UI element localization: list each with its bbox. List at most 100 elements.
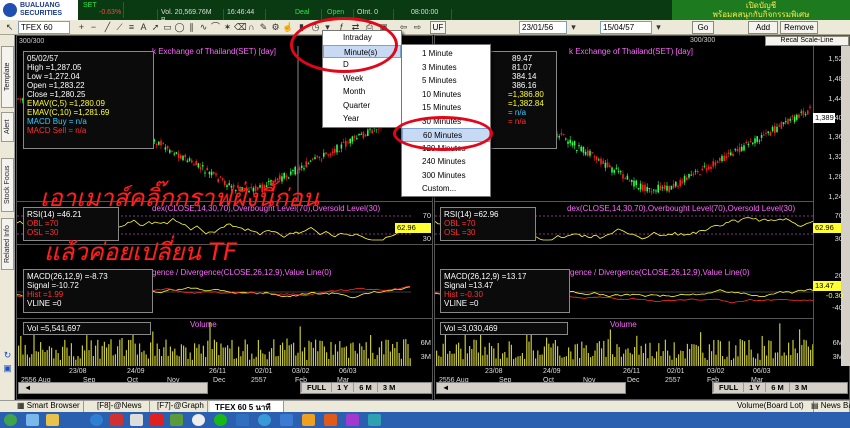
menu-item-240-minutes[interactable]: 240 Minutes — [402, 155, 490, 169]
recalc-scale-button[interactable]: Recal Scale-Line — [765, 36, 849, 46]
candle-body — [754, 138, 756, 144]
tab-graph[interactable]: [F7]-@Graph — [152, 401, 208, 412]
candle-body — [666, 185, 668, 191]
candle-body — [331, 151, 334, 153]
volume-bar — [275, 356, 277, 366]
menu-item-year[interactable]: Year — [323, 112, 401, 126]
menu-item-5-minutes[interactable]: 5 Minutes — [402, 74, 490, 88]
range-full-button[interactable]: FULL — [301, 383, 332, 392]
volume-bar — [728, 341, 730, 366]
volume-bar — [673, 342, 675, 366]
media-icon[interactable] — [110, 414, 123, 426]
go-button[interactable]: Go — [692, 21, 714, 34]
range-6m-button[interactable]: 6 M — [765, 383, 789, 392]
app-purple-icon[interactable] — [346, 414, 359, 426]
pointer-icon[interactable]: ☝ — [282, 22, 293, 33]
tab-tfex-60[interactable]: TFEX 60 5 นาที — [210, 401, 284, 412]
tab-smart-browser[interactable]: ▦ Smart Browser — [12, 401, 84, 412]
menu-item-month[interactable]: Month — [323, 85, 401, 99]
volume-bar — [777, 352, 779, 366]
trend-tool-icon[interactable]: ⟋ — [114, 22, 125, 33]
blank-app-icon[interactable] — [130, 414, 143, 426]
arrow-tool-icon[interactable]: ➚ — [150, 22, 161, 33]
ellipse-icon[interactable]: ◯ — [174, 22, 185, 33]
forward-arrow-icon[interactable]: ⇨ — [412, 22, 423, 33]
range-full-button[interactable]: FULL — [713, 383, 744, 392]
range-6m-button[interactable]: 6 M — [353, 383, 377, 392]
tab-template[interactable]: Template — [1, 46, 14, 108]
text-tool-icon[interactable]: A — [138, 22, 149, 33]
menu-item-15-minutes[interactable]: 15 Minutes — [402, 101, 490, 115]
volume-bar — [678, 354, 680, 366]
volume-bar — [513, 359, 515, 366]
range-1y-button[interactable]: 1 Y — [743, 383, 766, 392]
right-vertical-scrollbar[interactable] — [841, 46, 850, 366]
magnet-icon[interactable]: ∩ — [246, 22, 257, 33]
news-bar-tab[interactable]: ▤ News Bar — [806, 401, 850, 412]
volume-bar — [196, 347, 198, 366]
range-3m-button[interactable]: 3 M — [376, 383, 401, 392]
menu-item-10-minutes[interactable]: 10 Minutes — [402, 88, 490, 102]
menu-item-300-minutes[interactable]: 300 Minutes — [402, 169, 490, 183]
settings-icon[interactable]: ⚙ — [270, 22, 281, 33]
wave-icon[interactable]: ∿ — [198, 22, 209, 33]
remove-button[interactable]: Remove — [780, 21, 818, 34]
chrome-icon[interactable] — [150, 414, 163, 426]
symbol-input[interactable]: TFEX 60 — [18, 21, 70, 34]
zoom-out-icon[interactable]: − — [88, 22, 99, 33]
calendar-from-icon[interactable]: ▾ — [568, 22, 579, 33]
menu-item-1-minute[interactable]: 1 Minute — [402, 47, 490, 61]
menu-item-quarter[interactable]: Quarter — [323, 99, 401, 113]
browser-taskbar-icon[interactable] — [90, 414, 103, 426]
pencil-icon[interactable]: ✎ — [258, 22, 269, 33]
tab-stock-focus[interactable]: Stock Focus — [1, 158, 14, 212]
date-to-input[interactable]: 15/04/57 — [600, 21, 652, 34]
folder-icon[interactable] — [46, 414, 59, 426]
tab-related-info[interactable]: Related Info — [1, 218, 14, 270]
cycle-icon[interactable]: ⌒ — [210, 22, 221, 33]
line-app-icon[interactable] — [214, 414, 227, 426]
network-icon[interactable] — [280, 414, 293, 426]
menu-item-custom[interactable]: Custom... — [402, 182, 490, 196]
clock-app-icon[interactable] — [192, 414, 205, 426]
word-icon[interactable] — [236, 414, 249, 426]
ie-icon[interactable] — [258, 414, 271, 426]
zoom-in-icon[interactable]: + — [76, 22, 87, 33]
rectangle-icon[interactable]: ▭ — [162, 22, 173, 33]
candle-body — [690, 174, 692, 176]
uf-button[interactable]: UF — [430, 21, 446, 34]
candle-body — [186, 160, 189, 163]
volume-board-lot-label[interactable]: Volume(Board Lot) — [732, 401, 814, 412]
powerpoint-icon[interactable] — [324, 414, 337, 426]
range-1y-button[interactable]: 1 Y — [331, 383, 354, 392]
volume-bar — [378, 347, 380, 366]
tab-alert[interactable]: Alert — [1, 112, 14, 142]
menu-item-week[interactable]: Week — [323, 72, 401, 86]
explorer-icon[interactable] — [302, 414, 315, 426]
volume-bar — [125, 350, 127, 366]
excel-icon[interactable] — [170, 414, 183, 426]
refresh-icon[interactable]: ↻ — [2, 350, 13, 361]
date-from-input[interactable]: 23/01/56 — [519, 21, 567, 34]
calendar-to-icon[interactable]: ▾ — [653, 22, 664, 33]
add-button[interactable]: Add — [748, 21, 778, 34]
taskbar-app-icon[interactable] — [26, 414, 39, 426]
tab-news[interactable]: [F8]-@News — [92, 401, 150, 412]
app-teal-icon[interactable] — [368, 414, 381, 426]
eraser-icon[interactable]: ⌫ — [234, 22, 247, 33]
range-3m-button[interactable]: 3 M — [788, 383, 813, 392]
cursor-tool-icon[interactable]: ↖ — [4, 22, 15, 33]
line-tool-icon[interactable]: ╱ — [102, 22, 113, 33]
left-scrollbar[interactable]: ◄ — [18, 382, 208, 394]
menu-item-3-minutes[interactable]: 3 Minutes — [402, 61, 490, 75]
right-scrollbar[interactable]: ◄ — [436, 382, 626, 394]
candle-body — [703, 165, 706, 167]
save-layout-icon[interactable]: ▣ — [2, 363, 13, 374]
channel-icon[interactable]: ∥ — [186, 22, 197, 33]
candle-body — [578, 145, 580, 147]
start-icon[interactable] — [4, 414, 17, 426]
promo-banner[interactable]: เปิดบัญชี พร้อมคสนุกกับกิจกรรมพิเศษ — [672, 0, 850, 20]
gann-icon[interactable]: ✶ — [222, 22, 233, 33]
volume-bar — [266, 359, 268, 366]
fibonacci-icon[interactable]: ≡ — [126, 22, 137, 33]
